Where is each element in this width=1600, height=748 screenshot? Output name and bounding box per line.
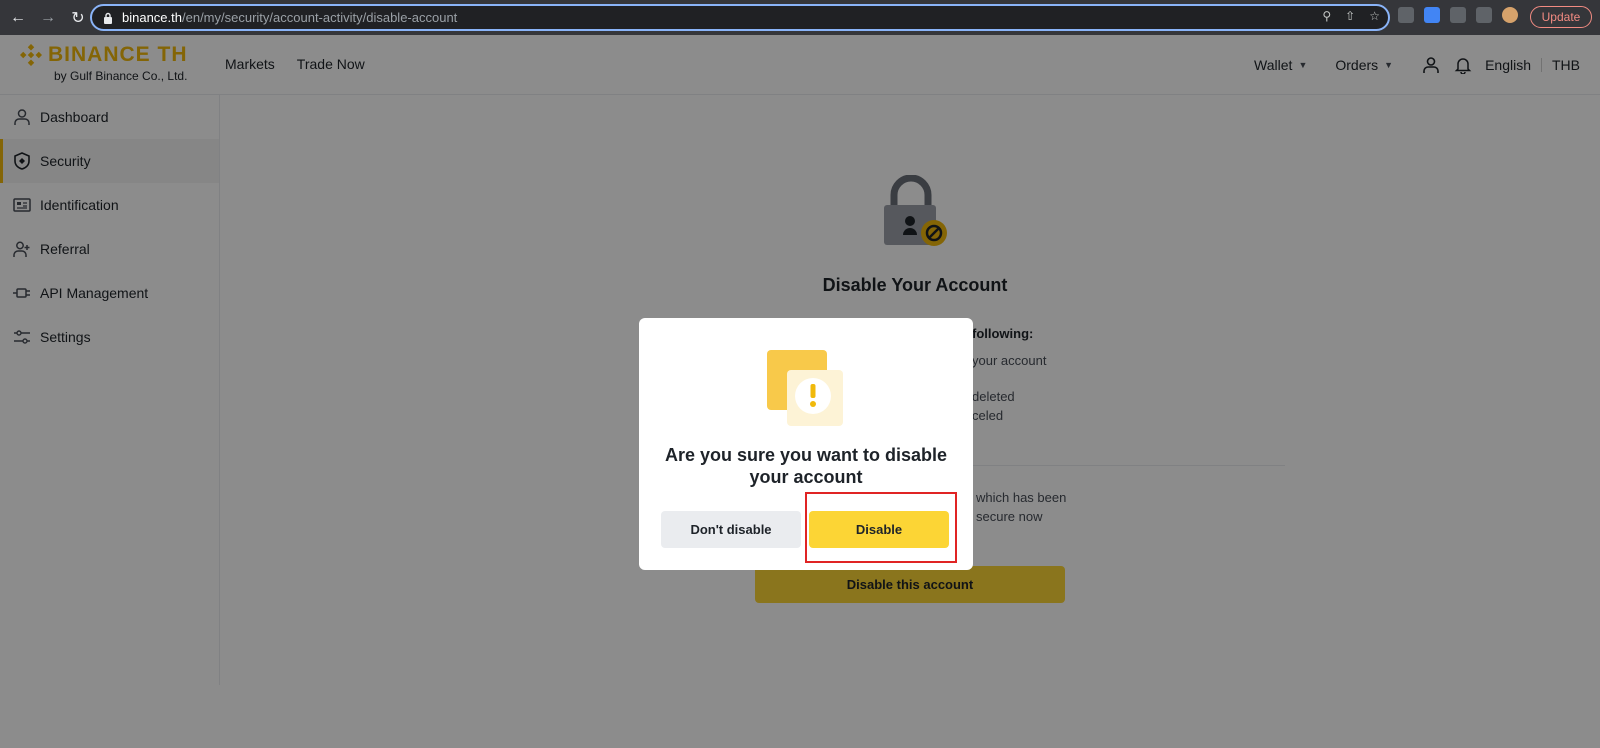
zoom-icon[interactable]: ⚲ bbox=[1322, 9, 1331, 23]
update-button[interactable]: Update bbox=[1530, 6, 1592, 28]
puzzle-extensions-icon[interactable] bbox=[1450, 7, 1466, 23]
back-icon[interactable]: ← bbox=[6, 6, 30, 30]
url-path: /en/my/security/account-activity/disable… bbox=[182, 10, 458, 25]
warning-document-icon bbox=[767, 350, 843, 426]
dont-disable-button[interactable]: Don't disable bbox=[661, 511, 801, 548]
address-bar[interactable]: binance.th/en/my/security/account-activi… bbox=[90, 4, 1390, 31]
highlight-annotation bbox=[805, 492, 957, 563]
url-host: binance.th bbox=[122, 10, 182, 25]
lock-icon bbox=[102, 12, 114, 24]
modal-title: Are you sure you want to disable your ac… bbox=[664, 445, 948, 487]
reload-icon[interactable]: ↻ bbox=[66, 6, 90, 30]
extension-chat-icon[interactable] bbox=[1398, 7, 1414, 23]
profile-avatar[interactable] bbox=[1502, 7, 1518, 23]
star-icon[interactable]: ☆ bbox=[1369, 9, 1380, 23]
share-icon[interactable]: ⇧ bbox=[1345, 9, 1355, 23]
translate-extension-icon[interactable] bbox=[1424, 7, 1440, 23]
forward-icon[interactable]: → bbox=[36, 6, 60, 30]
browser-toolbar: ← → ↻ binance.th/en/my/security/account-… bbox=[0, 0, 1600, 35]
side-panel-icon[interactable] bbox=[1476, 7, 1492, 23]
url-text: binance.th/en/my/security/account-activi… bbox=[122, 10, 457, 25]
